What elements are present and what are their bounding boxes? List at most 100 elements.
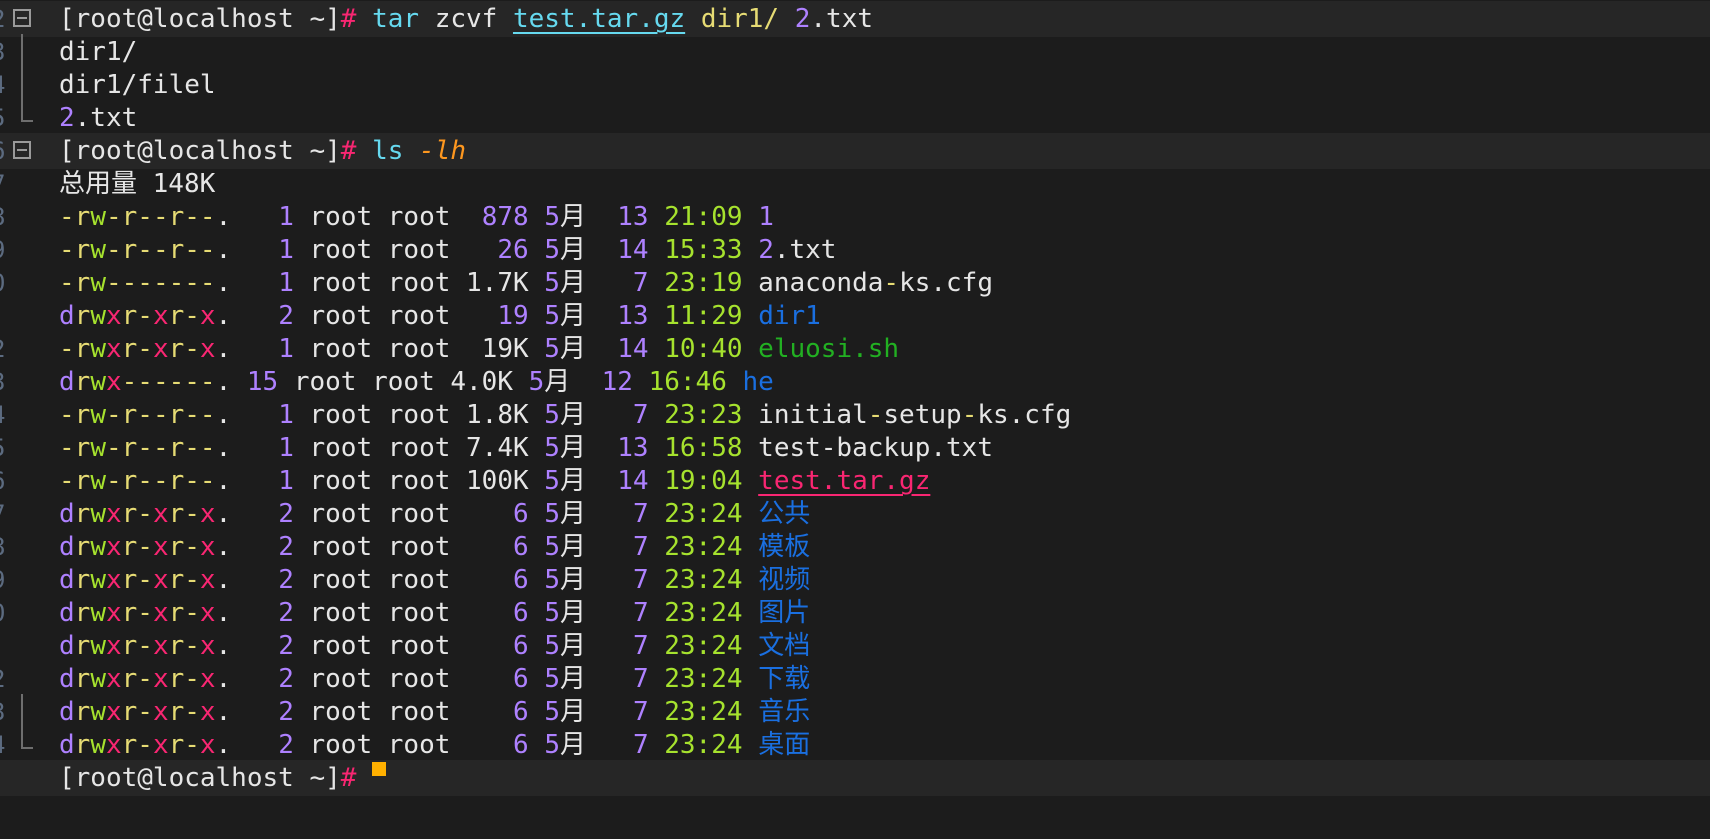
terminal-window[interactable]: 2[root@localhost ~]# tar zcvf test.tar.g… — [0, 0, 1710, 839]
fold-end-marker — [21, 727, 33, 749]
text-segment: 月 — [559, 697, 633, 727]
line-text: -rw-r--r--. 1 root root 1.8K 5月 7 23:23 … — [59, 397, 1071, 433]
text-segment: 13 — [617, 301, 649, 331]
text-segment: # — [340, 763, 357, 793]
line-number: 9 — [0, 232, 5, 268]
text-segment — [529, 532, 545, 562]
text-segment: root root — [293, 730, 513, 760]
line-gutter: 4 — [0, 727, 60, 763]
text-segment: 月 — [559, 730, 633, 760]
terminal-cursor[interactable] — [372, 762, 387, 776]
line-gutter: 3 — [0, 694, 60, 730]
line-text: drwxr-xr-x. 2 root root 6 5月 7 23:24 下载 — [59, 661, 810, 697]
text-segment: 7 — [632, 697, 649, 727]
text-segment — [356, 763, 372, 793]
text-segment: 12 — [601, 367, 633, 397]
text-segment: 月 — [559, 631, 633, 661]
text-segment: 文档 — [758, 631, 811, 661]
line-gutter: 5 — [0, 100, 60, 136]
text-segment: 5 — [544, 631, 560, 661]
line-number: 2 — [0, 331, 5, 367]
line-number: 0 — [0, 265, 5, 301]
text-segment: root root 7.4K — [293, 433, 545, 463]
line-gutter: 0 — [0, 265, 60, 301]
text-segment — [743, 532, 759, 562]
terminal-line: 6 -rw-r--r--. 1 root root 100K 5月 14 19:0… — [0, 463, 1710, 499]
line-gutter: 2 — [0, 331, 60, 367]
text-segment: 桌面 — [758, 730, 811, 760]
text-segment: 7 — [632, 631, 649, 661]
line-gutter: 2 — [0, 1, 60, 37]
text-segment: 1 — [278, 268, 294, 298]
text-segment: eluosi.sh — [758, 334, 900, 364]
terminal-line: 8 drwxr-xr-x. 2 root root 6 5月 7 23:24 模板 — [0, 529, 1710, 565]
text-segment: # — [340, 136, 357, 166]
text-segment: 月 — [559, 532, 633, 562]
permission-string: drwxr-xr-x — [59, 697, 216, 727]
terminal-line: 3 dir1/ — [0, 34, 1710, 70]
line-text: drwxr-xr-x. 2 root root 6 5月 7 23:24 音乐 — [59, 694, 810, 730]
text-segment: [root@localhost ~] — [59, 763, 341, 793]
text-segment: 6 — [513, 631, 529, 661]
text-segment: 1 — [278, 334, 294, 364]
text-segment: 6 — [513, 664, 529, 694]
text-segment: 5 — [544, 532, 560, 562]
text-segment — [529, 565, 545, 595]
text-segment: 月 — [559, 664, 633, 694]
text-segment — [633, 367, 649, 397]
text-segment: 1 — [278, 466, 294, 496]
fold-end-marker — [21, 100, 33, 122]
text-segment: 23:24 — [664, 499, 743, 529]
text-segment: . — [215, 301, 279, 331]
text-segment: . — [215, 334, 279, 364]
text-segment: 总用量 148K — [59, 169, 216, 199]
terminal-line: 7drwxr-xr-x. 2 root root 6 5月 7 23:24 公共 — [0, 496, 1710, 532]
text-segment: 13 — [617, 202, 649, 232]
text-segment: . — [215, 433, 279, 463]
text-segment: test.tar.gz — [758, 466, 931, 496]
text-segment: 14 — [617, 334, 649, 364]
text-segment: 月 — [559, 499, 633, 529]
line-gutter: 2 — [0, 661, 60, 697]
text-segment: 音乐 — [758, 697, 811, 727]
fold-guide-line — [21, 694, 23, 730]
text-segment: setup — [883, 400, 962, 430]
text-segment — [743, 235, 759, 265]
text-segment: 7 — [632, 565, 649, 595]
line-number: 3 — [0, 34, 5, 70]
line-text: drwxr-xr-x. 2 root root 6 5月 7 23:24 模板 — [59, 529, 810, 565]
text-segment — [649, 235, 665, 265]
permission-string: drwxr-xr-x — [59, 565, 216, 595]
text-segment: 26 — [497, 235, 529, 265]
permission-string: drwxr-xr-x — [59, 730, 216, 760]
terminal-line: 5 2.txt — [0, 100, 1710, 136]
text-segment: root root — [293, 301, 498, 331]
terminal-line: 4 -rw-r--r--. 1 root root 1.8K 5月 7 23:23… — [0, 397, 1710, 433]
fold-collapse-icon[interactable] — [13, 9, 31, 27]
terminal-line: drwxr-xr-x. 2 root root 19 5月 13 11:29 d… — [0, 298, 1710, 334]
fold-collapse-icon[interactable] — [13, 141, 31, 159]
terminal-line: 9 -rw-r--r--. 1 root root 26 5月 14 15:33 … — [0, 232, 1710, 268]
line-text: drwxr-xr-x. 2 root root 6 5月 7 23:24 公共 — [59, 496, 810, 532]
text-segment: 2 — [278, 598, 294, 628]
permission-string: drwxr-xr-x — [59, 598, 216, 628]
text-segment: . — [215, 466, 279, 496]
terminal-line: 9 drwxr-xr-x. 2 root root 6 5月 7 23:24 视频 — [0, 562, 1710, 598]
text-segment: 6 — [513, 598, 529, 628]
text-segment — [743, 499, 759, 529]
text-segment: 月 — [559, 301, 618, 331]
text-segment: 月 — [559, 565, 633, 595]
permission-string: -rw-r--r-- — [59, 466, 216, 496]
terminal-line: 6 [root@localhost ~]# ls -lh — [0, 133, 1710, 169]
text-segment: 5 — [544, 730, 560, 760]
text-segment: 2 — [278, 697, 294, 727]
text-segment: 6 — [513, 499, 529, 529]
terminal-line: 8 -rw-r--r--. 1 root root 878 5月 13 21:09… — [0, 199, 1710, 235]
text-segment: 5 — [544, 202, 560, 232]
permission-string: -rwxr-xr-x — [59, 334, 216, 364]
line-gutter: 0 — [0, 595, 60, 631]
text-segment: . — [215, 499, 279, 529]
text-segment: . — [215, 268, 279, 298]
line-gutter: 7 — [0, 496, 60, 532]
line-text: drwxr-xr-x. 2 root root 6 5月 7 23:24 桌面 — [59, 727, 810, 763]
